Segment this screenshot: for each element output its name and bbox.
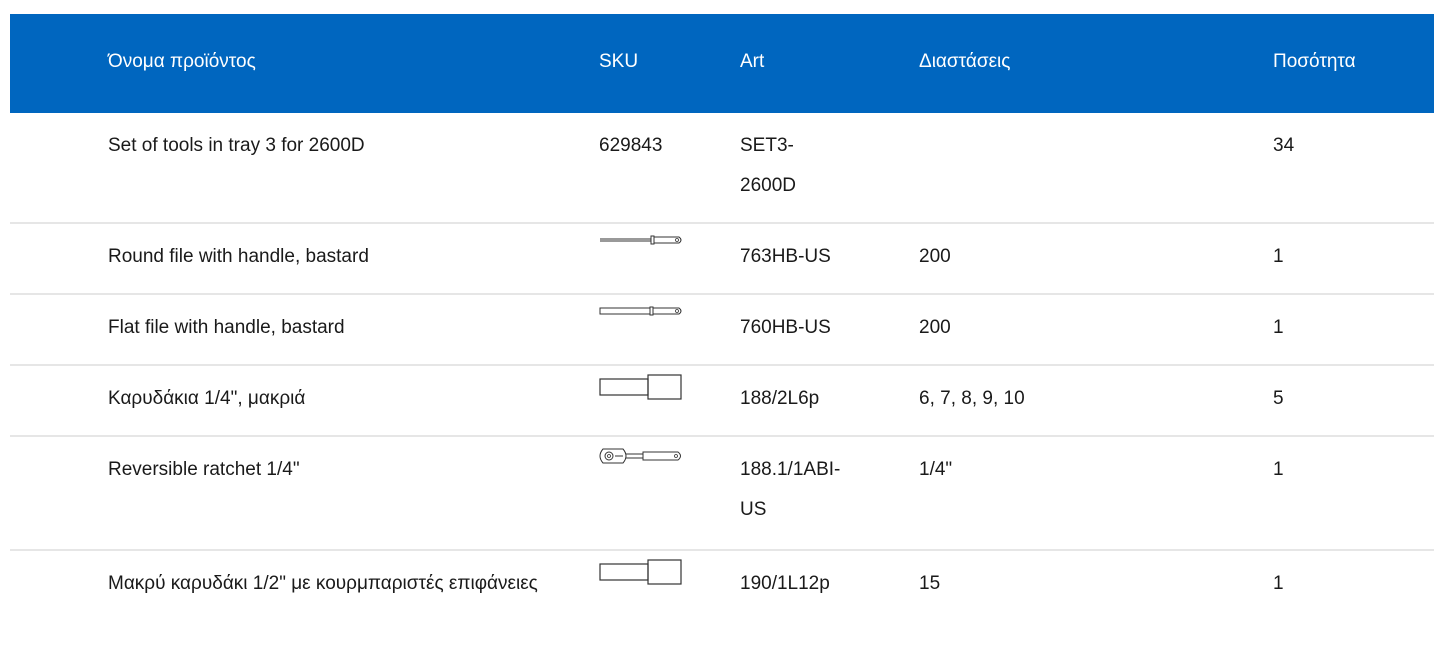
socket-icon (599, 374, 682, 400)
ratchet-icon (599, 448, 681, 464)
product-dimensions: 200 (919, 317, 951, 338)
product-quantity: 1 (1273, 317, 1284, 338)
header-product-name[interactable]: Όνομα προϊόντος (108, 42, 256, 82)
table-row[interactable]: Καρυδάκια 1/4", μακριά 188/2L6p 6, 7, 8,… (10, 366, 1434, 437)
table-row[interactable]: Reversible ratchet 1/4" 188.1/1ABI-US 1/… (10, 437, 1434, 551)
product-art: 188.1/1ABI-US (740, 459, 841, 520)
product-art: 760HB-US (740, 317, 831, 338)
table-row[interactable]: Μακρύ καρυδάκι 1/2" με κουρμπαριστές επι… (10, 551, 1434, 651)
product-art: SET3-2600D (740, 135, 796, 196)
product-name[interactable]: Round file with handle, bastard (108, 237, 369, 277)
product-dimensions: 200 (919, 246, 951, 267)
product-table: Όνομα προϊόντος SKU Art Διαστάσεις Ποσότ… (10, 14, 1434, 651)
table-row[interactable]: Set of tools in tray 3 for 2600D 629843 … (10, 113, 1434, 224)
product-quantity: 1 (1273, 459, 1284, 480)
product-dimensions: 15 (919, 573, 941, 594)
product-art: 190/1L12p (740, 573, 830, 594)
header-art[interactable]: Art (740, 42, 764, 82)
round-file-icon (600, 235, 682, 245)
product-sku: 629843 (599, 135, 663, 156)
product-name[interactable]: Set of tools in tray 3 for 2600D (108, 126, 365, 166)
table-header: Όνομα προϊόντος SKU Art Διαστάσεις Ποσότ… (10, 14, 1434, 113)
product-dimensions: 6, 7, 8, 9, 10 (919, 388, 1025, 409)
table-row[interactable]: Flat file with handle, bastard 760HB-US … (10, 295, 1434, 366)
table-row[interactable]: Round file with handle, bastard 763HB-US… (10, 224, 1434, 295)
product-quantity: 5 (1273, 388, 1284, 409)
flat-file-icon (599, 306, 682, 316)
header-quantity[interactable]: Ποσότητα (1273, 42, 1356, 82)
socket-icon (599, 559, 682, 585)
product-name[interactable]: Μακρύ καρυδάκι 1/2" με κουρμπαριστές επι… (108, 564, 568, 604)
product-name[interactable]: Flat file with handle, bastard (108, 308, 345, 348)
header-dimensions[interactable]: Διαστάσεις (919, 42, 1010, 82)
product-name[interactable]: Reversible ratchet 1/4" (108, 450, 300, 490)
product-quantity: 1 (1273, 246, 1284, 267)
header-sku[interactable]: SKU (599, 42, 638, 82)
product-dimensions: 1/4" (919, 459, 953, 480)
product-art: 188/2L6p (740, 388, 820, 409)
product-art: 763HB-US (740, 246, 831, 267)
product-name[interactable]: Καρυδάκια 1/4", μακριά (108, 379, 305, 419)
product-quantity: 34 (1273, 135, 1295, 156)
product-quantity: 1 (1273, 573, 1284, 594)
